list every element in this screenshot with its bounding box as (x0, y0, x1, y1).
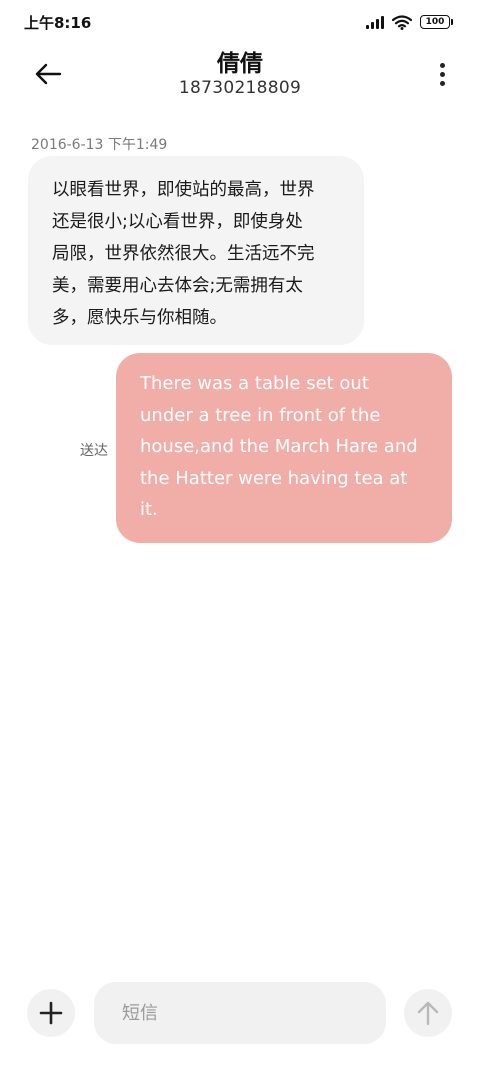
conversation-screen: 上午8:16 100 倩倩 18730218809 2016-6-13 下午1:… (0, 0, 480, 1066)
plus-icon (39, 1001, 63, 1025)
more-vertical-icon (439, 62, 445, 68)
message-line: 美，需要用心去体会;无需拥有太 (52, 276, 303, 296)
delivery-status: 送达 (80, 443, 108, 459)
send-arrow-icon (417, 1001, 439, 1026)
battery-level: 100 (425, 16, 445, 27)
message-line: There was a table set out (140, 373, 369, 394)
contact-name: 倩倩 (217, 51, 263, 77)
message-timestamp: 2016-6-13 下午1:49 (31, 137, 168, 153)
conversation-header: 倩倩 18730218809 (0, 44, 480, 104)
attach-button[interactable] (27, 989, 75, 1037)
contact-number: 18730218809 (178, 78, 302, 98)
message-line: 多，愿快乐与你相随。 (52, 308, 227, 328)
message-line: the Hatter were having tea at (140, 467, 408, 489)
more-options-button[interactable] (432, 56, 452, 92)
battery-icon: 100 (420, 15, 453, 29)
message-input[interactable] (94, 982, 386, 1044)
message-line: 还是很小;以心看世界，即使身处 (52, 212, 303, 232)
signal-icon (366, 15, 384, 29)
status-bar: 上午8:16 100 (0, 0, 480, 44)
sent-message-bubble[interactable]: There was a table set out under a tree i… (116, 353, 452, 543)
status-time: 上午8:16 (24, 13, 92, 32)
message-line: it. (140, 499, 158, 520)
received-message-bubble[interactable]: 以眼看世界，即使站的最高，世界 还是很小;以心看世界，即使身处 局限，世界依然很… (28, 156, 364, 345)
message-line: house,and the March Hare and (140, 436, 418, 457)
wifi-icon (392, 14, 412, 30)
message-line: 以眼看世界，即使站的最高，世界 (52, 180, 315, 200)
message-line: 局限，世界依然很大。生活远不完 (52, 244, 315, 264)
send-button[interactable] (404, 989, 452, 1037)
status-icons: 100 (366, 14, 453, 30)
message-line: under a tree in front of the (140, 404, 381, 426)
